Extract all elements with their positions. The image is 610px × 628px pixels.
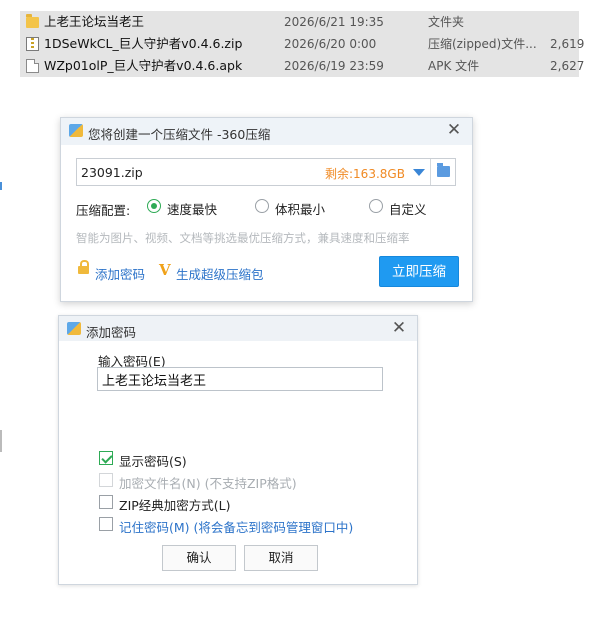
file-size: 2,627	[550, 59, 585, 73]
checkbox-icon	[99, 495, 113, 509]
checkbox-label: 记住密码(M) (将会备忘到密码管理窗口中)	[119, 520, 354, 535]
checkbox-icon	[99, 517, 113, 531]
browse-folder-icon[interactable]	[437, 163, 450, 177]
file-date: 2026/6/20 0:00	[284, 37, 377, 51]
file-date: 2026/6/21 19:35	[284, 15, 384, 29]
super-package-link[interactable]: 生成超级压缩包	[176, 264, 264, 283]
dialog-title: 您将创建一个压缩文件 -360压缩	[88, 127, 271, 142]
file-type: 压缩(zipped)文件...	[428, 37, 537, 51]
compress-now-button[interactable]: 立即压缩	[379, 256, 459, 287]
password-dialog: 添加密码 ✕ 输入密码(E) 显示密码(S) 加密文件名(N) (不支持ZIP格…	[58, 315, 418, 585]
file-type: APK 文件	[428, 59, 480, 73]
file-date: 2026/6/19 23:59	[284, 59, 384, 73]
file-size: 2,619	[550, 37, 585, 51]
file-name: 上老王论坛当老王	[44, 14, 145, 29]
app-icon	[69, 124, 83, 137]
archive-path-box: 剩余:163.8GB	[76, 158, 456, 186]
checkbox-label: ZIP经典加密方式(L)	[119, 498, 231, 513]
chevron-down-icon[interactable]	[413, 169, 425, 176]
radio-icon	[147, 199, 161, 213]
window-edge-mark	[0, 430, 2, 452]
title-bar[interactable]: 添加密码 ✕	[59, 316, 417, 341]
add-password-link[interactable]: 添加密码	[95, 264, 145, 283]
file-row[interactable]: 1DSeWkCL_巨人守护者v0.4.6.zip 2026/6/20 0:00 …	[20, 33, 584, 55]
window-edge-mark	[0, 182, 2, 190]
zip-file-icon	[26, 37, 39, 51]
close-icon[interactable]: ✕	[444, 120, 464, 140]
app-icon	[67, 322, 81, 335]
folder-icon	[26, 14, 39, 28]
lock-icon	[78, 260, 89, 274]
password-input[interactable]	[97, 367, 383, 391]
config-label: 压缩配置:	[76, 203, 131, 218]
apk-file-icon	[26, 59, 39, 73]
radio-label: 体积最小	[275, 202, 326, 217]
file-name: WZp01olP_巨人守护者v0.4.6.apk	[44, 58, 243, 73]
radio-label: 速度最快	[167, 202, 218, 217]
hint-text: 智能为图片、视频、文档等挑选最优压缩方式，兼具速度和压缩率	[76, 231, 410, 245]
checkbox-label: 加密文件名(N) (不支持ZIP格式)	[119, 476, 297, 491]
cancel-button[interactable]: 取消	[244, 545, 318, 571]
vip-icon: V	[159, 261, 171, 279]
checkbox-icon	[99, 473, 113, 487]
divider	[430, 159, 431, 185]
dialog-title: 添加密码	[86, 325, 137, 340]
radio-icon	[369, 199, 383, 213]
ok-button[interactable]: 确认	[162, 545, 236, 571]
file-row[interactable]: WZp01olP_巨人守护者v0.4.6.apk 2026/6/19 23:59…	[20, 55, 584, 77]
radio-label: 自定义	[389, 202, 427, 217]
file-name: 1DSeWkCL_巨人守护者v0.4.6.zip	[44, 36, 243, 51]
checkbox-label: 显示密码(S)	[119, 454, 187, 469]
compress-dialog: 您将创建一个压缩文件 -360压缩 ✕ 剩余:163.8GB 压缩配置: 速度最…	[60, 117, 473, 302]
file-row[interactable]: 上老王论坛当老王 2026/6/21 19:35 文件夹	[20, 11, 579, 33]
title-bar[interactable]: 您将创建一个压缩文件 -360压缩 ✕	[61, 118, 472, 145]
archive-name-input[interactable]	[81, 163, 311, 181]
checkbox-icon	[99, 451, 113, 465]
file-type: 文件夹	[428, 15, 465, 29]
close-icon[interactable]: ✕	[389, 318, 409, 338]
file-list: 上老王论坛当老王 2026/6/21 19:35 文件夹 1DSeWkCL_巨人…	[20, 11, 584, 77]
free-space-label: 剩余:163.8GB	[325, 167, 405, 181]
radio-icon	[255, 199, 269, 213]
